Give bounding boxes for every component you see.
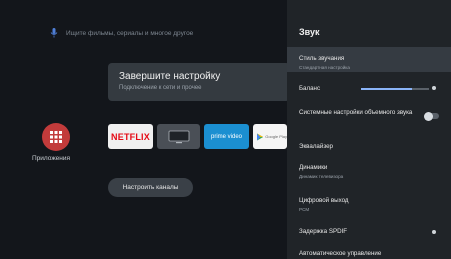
- setup-card-subtitle: Подключение к сети и прочее: [119, 85, 202, 91]
- google-play-tile[interactable]: Google Play: [253, 124, 287, 149]
- setting-speakers[interactable]: Динамики Динамик телевизора: [287, 164, 451, 181]
- sound-style-label: Стиль звучания: [299, 55, 345, 62]
- search-placeholder: Ищите фильмы, сериалы и многое другое: [66, 29, 194, 37]
- search-bar[interactable]: Ищите фильмы, сериалы и многое другое: [50, 28, 193, 38]
- netflix-tile[interactable]: NETFLIX: [108, 124, 153, 149]
- sound-style-value: Стандартная настройка: [299, 64, 350, 70]
- setting-system-sounds[interactable]: Системные настройки объемного звука: [287, 109, 451, 129]
- apps-label: Приложения: [32, 155, 71, 162]
- balance-slider[interactable]: [361, 88, 429, 90]
- auto-volume-label: Автоматическое управление: [299, 250, 382, 257]
- netflix-logo: NETFLIX: [111, 131, 150, 142]
- apps-button[interactable]: [42, 123, 70, 151]
- digital-out-label: Цифровой выход: [299, 197, 349, 204]
- tv-screen: Ищите фильмы, сериалы и многое другое За…: [0, 0, 451, 259]
- system-sounds-toggle[interactable]: [424, 111, 439, 121]
- balance-slider-fill: [361, 88, 412, 90]
- setting-equalizer[interactable]: Эквалайзер: [287, 143, 451, 153]
- balance-slider-end: [432, 86, 436, 90]
- finish-setup-card[interactable]: Завершите настройку Подключение к сети и…: [108, 63, 290, 101]
- live-tv-tile[interactable]: [157, 124, 200, 149]
- tv-icon: [168, 130, 189, 143]
- spdif-slider-end: [432, 230, 436, 234]
- setting-balance[interactable]: Баланс: [287, 85, 451, 97]
- system-sounds-label: Системные настройки объемного звука: [299, 109, 413, 116]
- prime-video-logo: prime video: [210, 133, 242, 140]
- equalizer-label: Эквалайзер: [299, 143, 333, 150]
- setup-card-title: Завершите настройку: [119, 71, 221, 82]
- digital-out-value: PCM: [299, 206, 310, 212]
- sound-settings-panel: Звук Стиль звучания Стандартная настройк…: [287, 0, 451, 259]
- setting-spdif-delay[interactable]: Задержка SPDIF: [287, 228, 451, 238]
- panel-title: Звук: [299, 27, 320, 37]
- microphone-icon: [50, 28, 58, 38]
- toggle-knob: [424, 111, 433, 121]
- setup-channels-button[interactable]: Настроить каналы: [108, 178, 193, 197]
- setting-sound-style[interactable]: Стиль звучания Стандартная настройка: [287, 47, 451, 72]
- setting-auto-volume[interactable]: Автоматическое управление: [287, 250, 451, 259]
- prime-video-tile[interactable]: prime video: [204, 124, 249, 149]
- speakers-value: Динамик телевизора: [299, 173, 344, 179]
- google-play-label: Google Play: [265, 134, 287, 139]
- setting-digital-out[interactable]: Цифровой выход PCM: [287, 197, 451, 214]
- spdif-delay-label: Задержка SPDIF: [299, 228, 348, 235]
- apps-grid-icon: [50, 131, 62, 143]
- play-store-icon: [257, 133, 264, 140]
- home-screen: Ищите фильмы, сериалы и многое другое За…: [0, 0, 290, 259]
- speakers-label: Динамики: [299, 164, 328, 171]
